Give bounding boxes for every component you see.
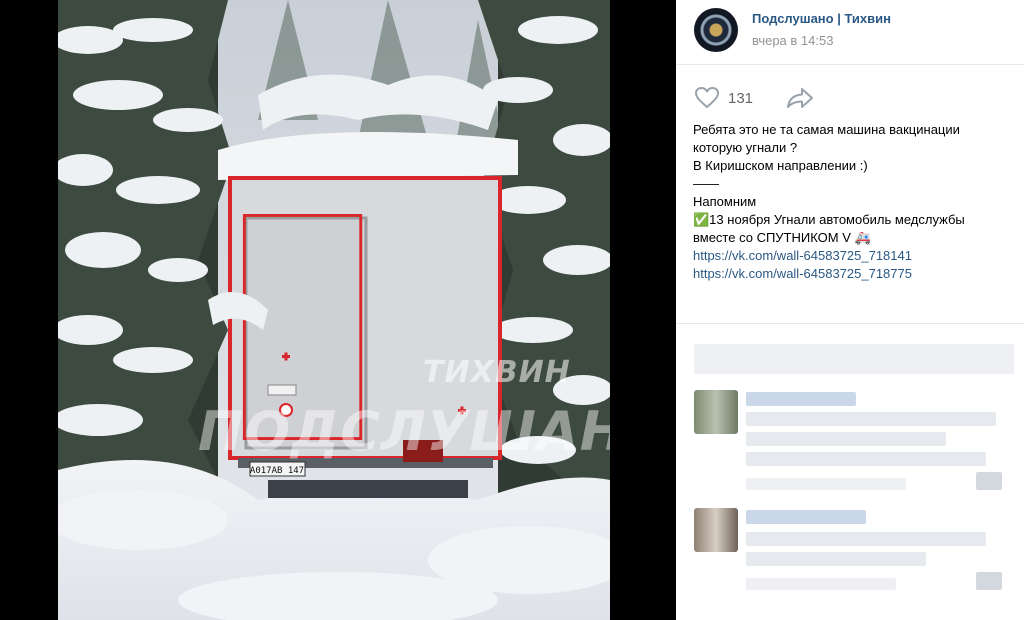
group-name-link[interactable]: Подслушано | Тихвин [752,11,891,26]
blurred-like [976,472,1002,490]
like-button[interactable]: 131 [694,86,753,110]
post-text-line: —— [693,176,719,191]
blurred-comment-input [694,344,1014,374]
post-photo[interactable]: А017АВ 147 ТИХВИН ПОДСЛУШАНО [58,0,610,620]
blurred-text [746,452,986,466]
post-text-line: В Киришском направлении :) [693,158,868,173]
post-text: Ребята это не та самая машина вакцинации… [693,121,1018,283]
post-panel: Подслушано | Тихвин вчера в 14:53 131 Ре… [676,0,1024,620]
divider [676,323,1024,324]
post-time[interactable]: вчера в 14:53 [752,33,833,48]
photo-scene: А017АВ 147 [58,0,610,620]
blurred-text [746,432,946,446]
comment-avatar [694,508,738,552]
post-text-line: Ребята это не та самая машина вакцинации [693,122,960,137]
heart-icon [695,87,719,108]
post-link-1[interactable]: https://vk.com/wall-64583725_718141 [693,247,1018,265]
group-avatar[interactable] [694,8,738,52]
post-text-line: Напомним [693,194,757,209]
photo-viewer: А017АВ 147 ТИХВИН ПОДСЛУШАНО [0,0,676,620]
blurred-like [976,572,1002,590]
post-text-line: вместе со СПУТНИКОМ V 🚑 [693,230,871,245]
blurred-author [746,392,856,406]
watermark-city: ТИХВИН [423,355,571,390]
blurred-meta [746,478,906,490]
blurred-text [746,552,926,566]
blurred-text [746,532,986,546]
like-count: 131 [728,89,754,107]
blurred-author [746,510,866,524]
blurred-meta [746,578,896,590]
watermark-brand: ПОДСЛУШАНО [198,400,610,463]
share-button[interactable] [786,86,814,115]
license-plate: А017АВ 147 [250,466,304,476]
post-text-line: которую угнали ? [693,140,798,155]
post-header: Подслушано | Тихвин вчера в 14:53 [676,0,1024,65]
blurred-text [746,412,996,426]
share-arrow-icon [787,88,813,108]
comment-avatar [694,390,738,434]
post-link-2[interactable]: https://vk.com/wall-64583725_718775 [693,265,1018,283]
post-text-line: ✅13 ноября Угнали автомобиль медслужбы [693,212,965,227]
